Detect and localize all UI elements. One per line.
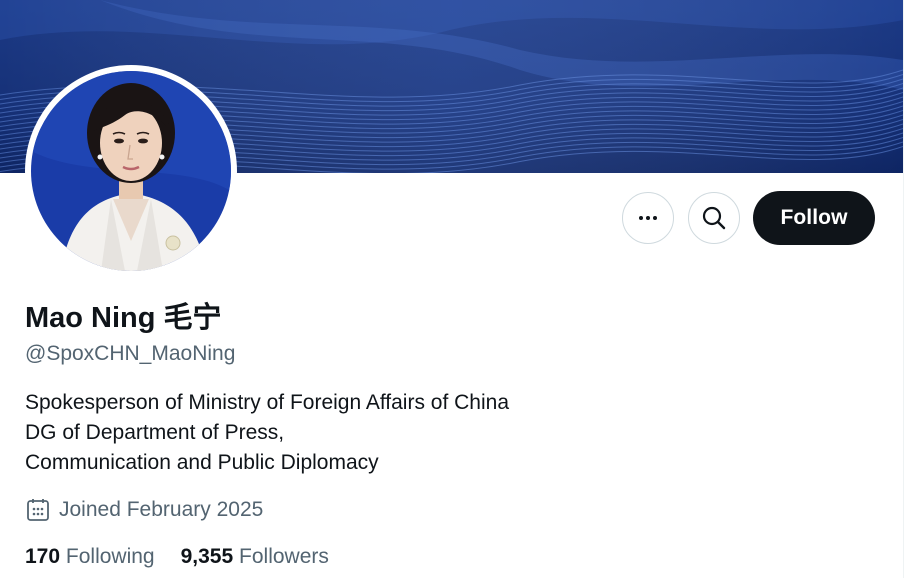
bio-line: DG of Department of Press,: [25, 421, 285, 444]
search-icon: [701, 205, 727, 231]
following-link[interactable]: 170 Following: [25, 543, 155, 571]
followers-count: 9,355: [180, 545, 234, 568]
search-button[interactable]: [688, 192, 740, 244]
followers-label: Followers: [239, 545, 329, 568]
followers-link[interactable]: 9,355 Followers: [181, 543, 329, 571]
following-label: Following: [65, 545, 155, 568]
profile-bio: Spokesperson of Ministry of Foreign Affa…: [25, 388, 509, 478]
bio-line: Spokesperson of Ministry of Foreign Affa…: [25, 391, 510, 414]
page-right-border: [903, 0, 915, 578]
avatar-photo: [31, 71, 231, 271]
calendar-icon: [25, 497, 51, 523]
follow-button-label: Follow: [780, 206, 848, 229]
bio-line: Communication and Public Diplomacy: [25, 451, 379, 474]
profile-page: Follow Mao Ning 毛宁 @SpoxCHN_MaoNing Spok…: [0, 0, 915, 578]
avatar[interactable]: [25, 65, 237, 277]
ellipsis-icon: [636, 206, 660, 230]
profile-stats: 170 Following 9,355 Followers: [25, 543, 329, 571]
joined-date: Joined February 2025: [25, 496, 263, 524]
following-count: 170: [25, 545, 61, 568]
joined-label: Joined February 2025: [59, 498, 264, 521]
follow-button[interactable]: Follow: [753, 191, 875, 245]
more-options-button[interactable]: [622, 192, 674, 244]
profile-name: Mao Ning 毛宁: [25, 302, 222, 334]
profile-handle: @SpoxCHN_MaoNing: [25, 342, 236, 365]
